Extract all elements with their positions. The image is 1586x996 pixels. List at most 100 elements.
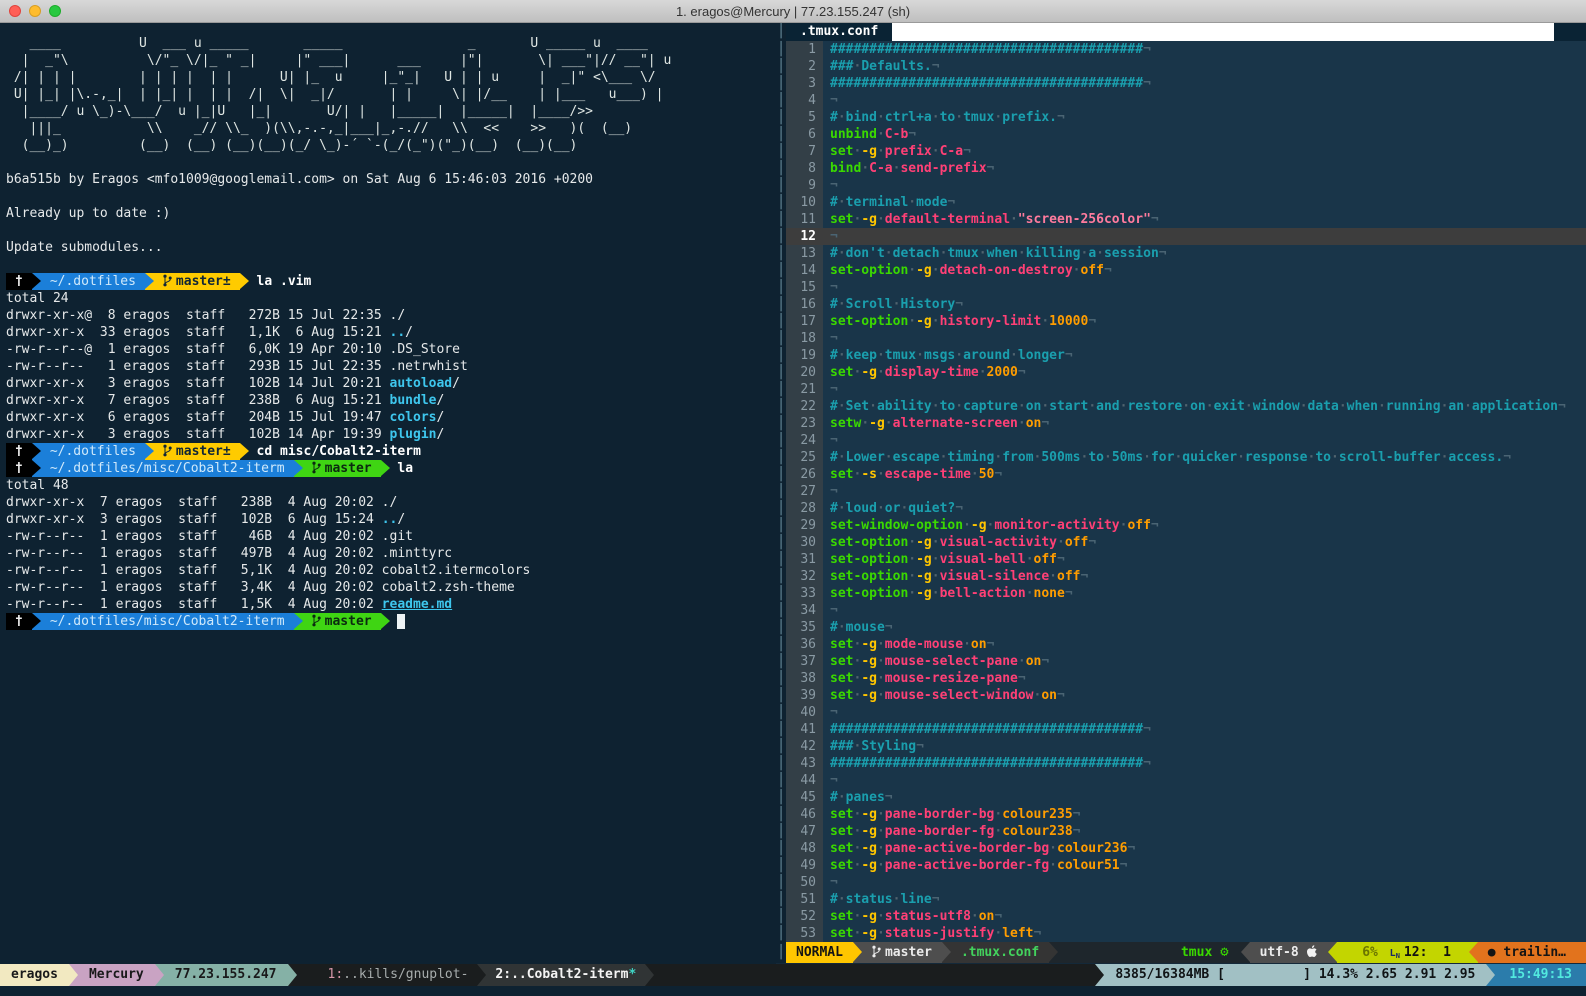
powerline-arrow [69, 964, 78, 986]
vim-line: │1######################################… [776, 41, 1586, 58]
iterm-window: 1. eragos@Mercury | 77.23.155.247 (sh) _… [0, 0, 1586, 996]
powerline-arrow [1469, 942, 1478, 963]
vim-line: │29set-window-option·-g·monitor-activity… [776, 517, 1586, 534]
vim-line: │40¬ [776, 704, 1586, 721]
vim-tabline-tail [1554, 23, 1586, 41]
terminal-line: -rw-r--r-- 1 eragos staff 293B 15 Jul 22… [6, 358, 776, 375]
vim-line: │25#·Lower·escape·timing·from·500ms·to·5… [776, 449, 1586, 466]
vim-line: │5#·bind·ctrl+a·to·tmux·prefix.¬ [776, 109, 1586, 126]
titlebar[interactable]: 1. eragos@Mercury | 77.23.155.247 (sh) [0, 0, 1586, 23]
git-branch-icon [872, 944, 881, 964]
terminal-line [6, 222, 776, 239]
powerline-arrow [294, 460, 303, 477]
whitespace-warning: ● trailin… [1478, 942, 1586, 963]
terminal-line: -rw-r--r-- 1 eragos staff 1,5K 4 Aug 20:… [6, 596, 776, 613]
vim-tabline: │ .tmux.conf [776, 23, 1586, 41]
vim-line: │8bind·C-a·send-prefix¬ [776, 160, 1586, 177]
vim-line: │26set·-s·escape-time·50¬ [776, 466, 1586, 483]
powerline-arrow [240, 443, 249, 460]
pane-divider: │ [776, 23, 786, 41]
terminal-line: drwxr-xr-x 33 eragos staff 1,1K 6 Aug 15… [6, 324, 776, 341]
vim-line: │6unbind·C-b¬ [776, 126, 1586, 143]
terminal-line: Already up to date :) [6, 205, 776, 222]
encoding-segment: utf-8 [1250, 942, 1328, 963]
terminal-cursor [397, 614, 405, 629]
terminal-line: total 48 [6, 477, 776, 494]
vim-line: │42###·Styling¬ [776, 738, 1586, 755]
vim-line: │15¬ [776, 279, 1586, 296]
powerline-arrow [32, 613, 41, 630]
vim-line: │35#·mouse¬ [776, 619, 1586, 636]
powerline-arrow [853, 942, 862, 963]
vim-line: │48set·-g·pane-active-border-bg·colour23… [776, 840, 1586, 857]
shell-pane[interactable]: ____ U ___ u _____ _____ _ U _____ u ___… [0, 23, 776, 964]
vim-line: │16#·Scroll·History¬ [776, 296, 1586, 313]
tmux-hostname: Mercury [78, 964, 155, 986]
powerline-arrow [32, 273, 41, 290]
vim-line: │22#·Set·ability·to·capture·on·start·and… [776, 398, 1586, 415]
vim-line: │50¬ [776, 874, 1586, 891]
prompt-git-branch: master [303, 613, 381, 630]
vim-buffer[interactable]: │1######################################… [776, 41, 1586, 942]
vim-line: │52set·-g·status-utf8·on¬ [776, 908, 1586, 925]
terminal-line: drwxr-xr-x 3 eragos staff 102B 6 Aug 15:… [6, 511, 776, 528]
terminal-line: drwxr-xr-x@ 8 eragos staff 272B 15 Jul 2… [6, 307, 776, 324]
terminal-line: drwxr-xr-x 7 eragos staff 238B 4 Aug 20:… [6, 494, 776, 511]
git-branch-segment: master [862, 942, 942, 963]
zoom-button[interactable] [49, 5, 61, 17]
prompt-git-branch: master± [154, 443, 240, 460]
tmux-status-bar: eragos Mercury 77.23.155.247 1:..kills/g… [0, 964, 1586, 986]
shell-prompt-line: †~/.dotfilesmaster± la .vim [6, 273, 776, 290]
git-branch-icon [163, 274, 172, 292]
window-list-gap [297, 964, 319, 986]
apple-icon [1307, 945, 1318, 960]
powerline-arrow [381, 460, 390, 477]
vim-pane[interactable]: │ .tmux.conf │1#########################… [776, 23, 1586, 964]
powerline-arrow [294, 613, 303, 630]
vim-line: │41#####################################… [776, 721, 1586, 738]
status-bar-fill [654, 964, 1095, 986]
close-button[interactable] [9, 5, 21, 17]
powerline-arrow [1486, 964, 1495, 986]
tmux-session-name: eragos [0, 964, 69, 986]
terminal-line: |____/ u \_)-\___/ u |_|U |_| U/| | |___… [6, 103, 776, 120]
tmux-window-list: 1:..kills/gnuplot- 2:..Cobalt2-iterm* [319, 964, 655, 986]
vim-line: │19#·keep·tmux·msgs·around·longer¬ [776, 347, 1586, 364]
terminal-line: -rw-r--r-- 1 eragos staff 5,1K 4 Aug 20:… [6, 562, 776, 579]
minimize-button[interactable] [29, 5, 41, 17]
git-branch-name: master [885, 945, 932, 960]
vim-line: │49set·-g·pane-active-border-fg·colour51… [776, 857, 1586, 874]
powerline-arrow [1095, 964, 1104, 986]
tmux-ip-address: 77.23.155.247 [164, 964, 288, 986]
traffic-lights [9, 5, 61, 17]
tmux-indicator: tmux [1169, 942, 1241, 963]
prompt-status-icon: † [6, 273, 32, 290]
terminal-line: drwxr-xr-x 3 eragos staff 102B 14 Apr 19… [6, 426, 776, 443]
vim-line: │21¬ [776, 381, 1586, 398]
vim-line: │10#·terminal·mode¬ [776, 194, 1586, 211]
prompt-git-branch: master± [154, 273, 240, 290]
terminal-line: /| | | | | | | | | | U| |_ u |_"_| U | |… [6, 69, 776, 86]
vim-line: │30set-option·-g·visual-activity·off¬ [776, 534, 1586, 551]
terminal-line [6, 256, 776, 273]
bottom-padding [0, 986, 1586, 996]
powerline-arrow [155, 964, 164, 986]
vim-line: │28#·loud·or·quiet?¬ [776, 500, 1586, 517]
line-number-icon [1390, 942, 1400, 964]
powerline-arrow [32, 443, 41, 460]
vim-line: │36set·-g·mode-mouse·on¬ [776, 636, 1586, 653]
clock: 15:49:13 [1495, 964, 1586, 986]
vim-line: │39set·-g·mouse-select-window·on¬ [776, 687, 1586, 704]
vim-line: │43#####################################… [776, 755, 1586, 772]
tmux-window-tab[interactable]: 2:..Cobalt2-iterm* [486, 964, 645, 986]
position-segment: 6% 12: 1 [1337, 942, 1469, 963]
vim-tab-filename[interactable]: .tmux.conf [786, 23, 892, 41]
terminal-line: drwxr-xr-x 6 eragos staff 204B 15 Jul 19… [6, 409, 776, 426]
vim-line: │2###·Defaults.¬ [776, 58, 1586, 75]
powerline-arrow [1328, 942, 1337, 963]
terminal-line: U| |_| |\.-,_| | |_| | | | /| \| _|/ | |… [6, 86, 776, 103]
window-title: 1. eragos@Mercury | 77.23.155.247 (sh) [676, 4, 910, 19]
tmux-window-tab[interactable]: 1:..kills/gnuplot- [319, 964, 478, 986]
terminal-line [6, 188, 776, 205]
prompt-path: ~/.dotfiles/misc/Cobalt2-iterm [41, 613, 294, 630]
